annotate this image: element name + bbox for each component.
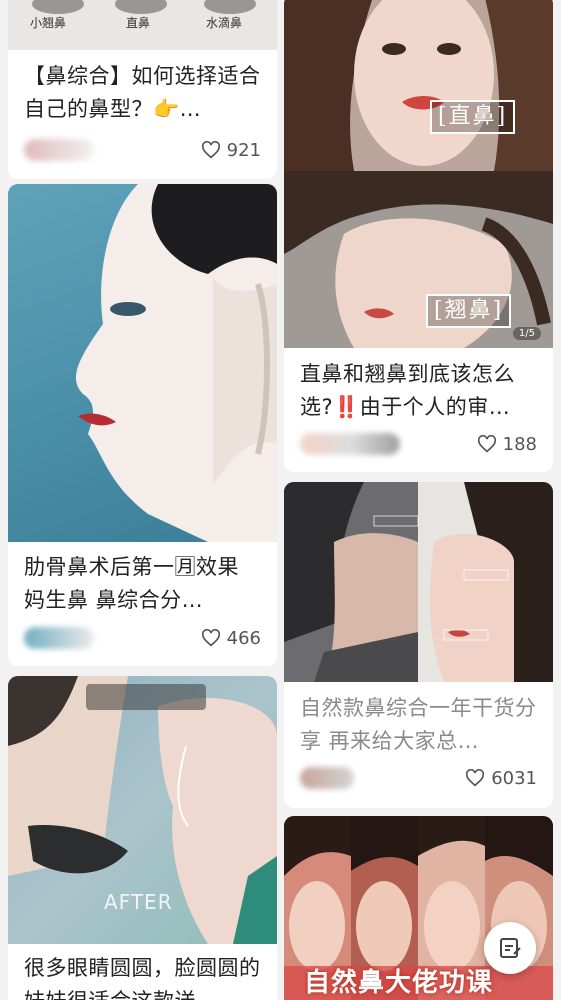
like-count: 921 xyxy=(226,139,261,161)
note-cover[interactable] xyxy=(8,184,277,542)
note-cover[interactable]: [直鼻] [翘鼻] 1/5 xyxy=(284,0,553,348)
after-overlay-text: AFTER xyxy=(104,890,173,914)
note-card[interactable]: 肋骨鼻术后第一🈷效果 妈生鼻 鼻综合分… 466 xyxy=(8,184,277,666)
like-button[interactable]: 921 xyxy=(201,140,261,161)
side-profile-comparison-photo xyxy=(284,482,553,682)
like-count: 466 xyxy=(226,627,261,649)
author-avatar[interactable] xyxy=(24,139,94,161)
portrait-profile-image xyxy=(75,184,277,542)
like-button[interactable]: 466 xyxy=(201,628,261,649)
like-button[interactable]: 188 xyxy=(477,434,537,455)
author-avatar[interactable] xyxy=(24,627,94,649)
heart-icon xyxy=(201,141,220,159)
note-card[interactable]: 小翘鼻 直鼻 水滴鼻 【鼻综合】如何选择适合自己的鼻型？👉… 921 xyxy=(8,0,277,179)
note-title[interactable]: 很多眼睛圆圆，脸圆圆的妹妹很适合这款送… xyxy=(24,952,263,1000)
note-cover[interactable] xyxy=(284,482,553,682)
note-card[interactable]: AFTER 很多眼睛圆圆，脸圆圆的妹妹很适合这款送… xyxy=(8,676,277,1000)
note-meta: 466 xyxy=(24,624,261,652)
note-cover[interactable]: AFTER xyxy=(8,676,277,944)
straight-vs-upturned-nose-photo xyxy=(284,0,553,348)
heart-icon xyxy=(201,629,220,647)
note-title[interactable]: 肋骨鼻术后第一🈷效果 妈生鼻 鼻综合分… xyxy=(24,551,263,617)
heart-icon xyxy=(466,769,485,787)
image-page-indicator: 1/5 xyxy=(512,327,541,340)
nose-label: 直鼻 xyxy=(126,16,151,30)
nose-label: 小翘鼻 xyxy=(30,16,67,30)
note-meta: 921 xyxy=(24,136,261,164)
note-title[interactable]: 直鼻和翘鼻到底该怎么选?‼️由于个人的审… xyxy=(300,358,539,424)
note-title[interactable]: 自然款鼻综合一年干货分享 再来给大家总… xyxy=(300,692,539,758)
note-card[interactable]: [直鼻] [翘鼻] 1/5 直鼻和翘鼻到底该怎么选?‼️由于个人的审… 188 xyxy=(284,0,553,472)
heart-icon xyxy=(477,435,496,453)
note-cover[interactable]: 小翘鼻 直鼻 水滴鼻 xyxy=(8,0,277,50)
like-button[interactable]: 6031 xyxy=(465,768,537,789)
note-title[interactable]: 【鼻综合】如何选择适合自己的鼻型？👉… xyxy=(24,60,263,126)
note-card[interactable]: 自然款鼻综合一年干货分享 再来给大家总… 6031 xyxy=(284,482,553,808)
note-meta: 6031 xyxy=(300,764,537,792)
like-count: 6031 xyxy=(491,767,537,789)
collage-overlay-text: 自然鼻大佬功课 xyxy=(304,968,494,998)
note-meta: 188 xyxy=(300,430,537,458)
like-count: 188 xyxy=(502,433,537,455)
nose-label: 水滴鼻 xyxy=(206,16,243,30)
nose-type-tag: [直鼻] xyxy=(430,100,516,134)
author-avatar[interactable] xyxy=(300,767,354,789)
author-avatar[interactable] xyxy=(300,433,400,455)
edit-note-icon xyxy=(500,938,521,958)
nose-type-tag: [翘鼻] xyxy=(426,294,512,328)
compose-button[interactable] xyxy=(484,922,536,974)
